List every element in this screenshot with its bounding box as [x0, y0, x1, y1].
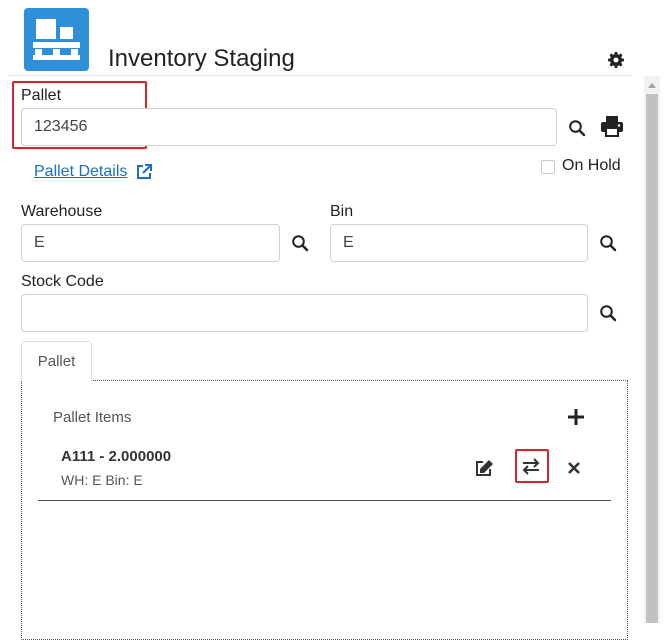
tab-pallet-label: Pallet — [37, 353, 76, 370]
print-button[interactable] — [600, 114, 624, 138]
tab-pallet[interactable]: Pallet — [21, 341, 92, 381]
header-divider — [8, 75, 632, 76]
search-icon — [292, 235, 309, 252]
plus-icon — [568, 409, 584, 425]
pallet-details-link[interactable]: Pallet Details — [34, 163, 127, 181]
search-icon — [569, 120, 586, 137]
app-logo — [24, 8, 89, 71]
scrollbar-thumb[interactable] — [646, 94, 658, 623]
print-icon — [601, 116, 623, 137]
stock-code-input[interactable] — [21, 294, 588, 332]
pallet-items-title: Pallet Items — [53, 409, 132, 426]
stock-code-label: Stock Code — [21, 273, 104, 290]
transfer-item-button[interactable] — [520, 455, 542, 477]
scroll-up-arrow[interactable] — [644, 78, 660, 92]
warehouse-label: Warehouse — [21, 203, 103, 220]
item-divider — [38, 500, 611, 501]
add-pallet-item-button[interactable] — [565, 406, 587, 428]
warehouse-input[interactable] — [21, 224, 280, 262]
search-icon — [600, 305, 617, 322]
pallet-search-button[interactable] — [566, 117, 588, 139]
pallet-item-code: A111 - 2.000000 — [61, 448, 172, 465]
close-icon — [568, 462, 580, 474]
stock-code-search-button[interactable] — [597, 302, 619, 324]
bin-input[interactable] — [330, 224, 588, 262]
pallet-item-location: WH: E Bin: E — [61, 472, 143, 488]
bin-search-button[interactable] — [597, 232, 619, 254]
pallet-label: Pallet — [21, 87, 62, 104]
external-link-icon[interactable] — [135, 163, 153, 181]
triangle-up-icon — [648, 83, 656, 88]
pallet-input[interactable] — [21, 108, 557, 146]
search-icon — [600, 235, 617, 252]
remove-item-button[interactable] — [563, 457, 585, 479]
edit-icon — [475, 460, 493, 476]
page-title: Inventory Staging — [108, 45, 295, 72]
on-hold-checkbox[interactable] — [541, 160, 555, 174]
settings-button[interactable] — [606, 50, 626, 70]
on-hold-label: On Hold — [562, 157, 621, 174]
edit-item-button[interactable] — [473, 457, 495, 479]
transfer-arrows-icon — [522, 458, 540, 475]
pallet-boxes-icon — [33, 19, 80, 60]
bin-label: Bin — [330, 203, 354, 220]
gear-icon — [608, 52, 624, 68]
warehouse-search-button[interactable] — [289, 232, 311, 254]
